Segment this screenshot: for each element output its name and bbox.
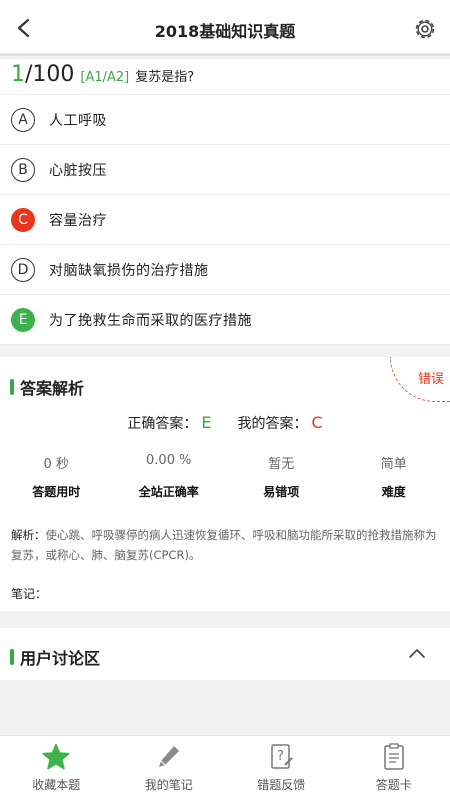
stat-value: 0 秒: [43, 457, 69, 472]
stat-label: 难度: [381, 485, 406, 499]
stat-common-error: 暂无 易错项: [225, 453, 338, 500]
analysis-title-text: 答案解析: [20, 379, 85, 398]
stat-label: 答题用时: [32, 485, 81, 499]
tab-label: 答题卡: [375, 778, 412, 792]
question-header: 1 /100 [A1/A2] 复苏是指?: [0, 59, 450, 95]
discussion-section[interactable]: 用户讨论区: [0, 628, 450, 680]
stat-label: 全站正确率: [138, 485, 199, 499]
question-type: [A1/A2]: [80, 70, 130, 85]
option-text: 容量治疗: [49, 212, 107, 229]
tab-label: 错题反馈: [257, 778, 306, 792]
page-title: 2018基础知识真题: [154, 22, 296, 41]
option-letter-badge-correct: E: [11, 307, 35, 332]
option-letter-badge: B: [11, 157, 35, 182]
question-total: /100: [25, 62, 75, 87]
star-icon: [42, 743, 70, 770]
discussion-section-title: 用户讨论区: [10, 645, 100, 669]
pencil-icon: [158, 746, 179, 767]
tab-notes[interactable]: 我的笔记: [113, 736, 226, 800]
tab-answer-card[interactable]: 答题卡: [338, 736, 450, 800]
option-text: 对脑缺氧损伤的治疗措施: [49, 262, 209, 279]
question-text: 复苏是指?: [135, 70, 195, 85]
option-letter-badge: D: [11, 257, 35, 282]
tab-label: 收藏本题: [32, 778, 81, 792]
option-letter-badge-wrong: C: [11, 207, 35, 232]
bottom-tab-bar: 收藏本题 我的笔记 ? 错题反馈 答题卡: [0, 735, 450, 800]
tab-favorite[interactable]: 收藏本题: [0, 736, 113, 800]
top-bar: 2018基础知识真题: [0, 0, 450, 56]
option-letter-badge: A: [11, 107, 35, 132]
option-b[interactable]: B 心脏按压: [0, 145, 450, 195]
option-a[interactable]: A 人工呼吸: [0, 95, 450, 145]
option-c[interactable]: C 容量治疗: [0, 195, 450, 245]
correct-answer-value: E: [201, 413, 212, 432]
answer-stats: 0 秒 答题用时 0.00 % 全站正确率 暂无 易错项 简单 难度: [0, 453, 450, 500]
my-answer-value: C: [311, 413, 323, 432]
my-answer-label: 我的答案：: [237, 416, 308, 432]
stat-difficulty: 简单 难度: [338, 453, 450, 500]
chevron-up-icon[interactable]: [408, 646, 426, 660]
explanation-text: 使心跳、呼吸骤停的病人迅速恢复循环、呼吸和脑功能所采取的抢救措施称为复苏，或称心…: [11, 528, 437, 562]
analysis-section-title: 答案解析: [10, 375, 84, 399]
stat-value: 暂无: [268, 457, 295, 472]
correct-answer-label: 正确答案：: [127, 416, 198, 432]
option-text: 心脏按压: [49, 162, 107, 179]
svg-text:?: ?: [277, 749, 284, 764]
tab-feedback[interactable]: ? 错题反馈: [225, 736, 338, 800]
stat-value: 0.00 %: [146, 453, 192, 468]
answer-analysis-panel: 答案解析 错误 正确答案： E 我的答案： C 0 秒 答题用时 0.00 % 全站正…: [0, 357, 450, 611]
stat-label: 易错项: [263, 485, 300, 499]
option-text: 人工呼吸: [49, 112, 107, 129]
section-accent-bar: [10, 649, 14, 665]
notes-label: 笔记：: [11, 587, 48, 601]
section-accent-bar: [10, 379, 14, 395]
clipboard-icon: [384, 743, 404, 770]
option-d[interactable]: D 对脑缺氧损伤的治疗措施: [0, 245, 450, 295]
answer-summary: 正确答案： E 我的答案： C: [0, 413, 450, 433]
wrong-stamp-text: 错误: [417, 372, 444, 387]
question-doc-icon: ?: [271, 744, 293, 769]
gear-icon[interactable]: [412, 16, 438, 42]
discussion-title-text: 用户讨论区: [20, 649, 101, 668]
question-current-number: 1: [11, 62, 25, 87]
stat-time: 0 秒 答题用时: [0, 453, 113, 500]
option-e[interactable]: E 为了挽救生命而采取的医疗措施: [0, 295, 450, 345]
option-text: 为了挽救生命而采取的医疗措施: [49, 312, 252, 329]
explanation-label: 解析：: [11, 528, 46, 542]
stat-accuracy: 0.00 % 全站正确率: [113, 453, 226, 500]
stat-value: 简单: [380, 457, 407, 472]
tab-label: 我的笔记: [144, 778, 193, 792]
explanation: 解析：使心跳、呼吸骤停的病人迅速恢复循环、呼吸和脑功能所采取的抢救措施称为复苏，…: [11, 525, 438, 565]
